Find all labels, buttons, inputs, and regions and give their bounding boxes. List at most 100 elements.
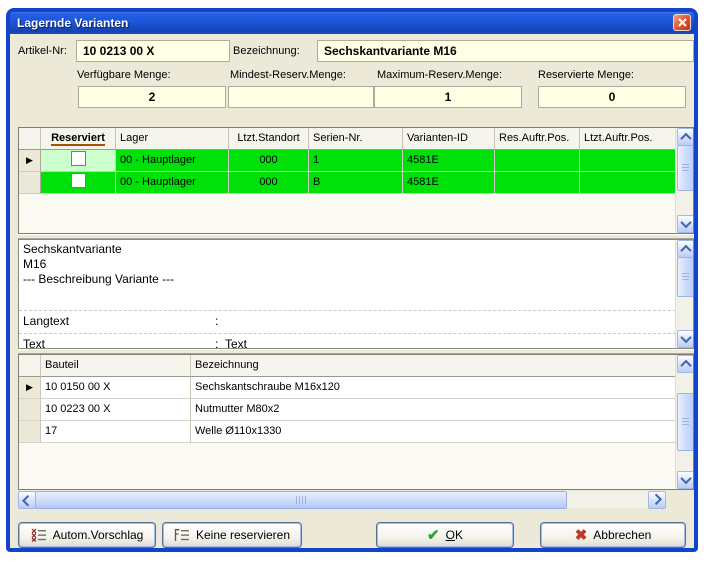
dialog-window: Lagernde Varianten Artikel-Nr: 10 0213 0… <box>6 8 698 552</box>
reservierte-menge-label: Reservierte Menge: <box>538 68 634 82</box>
description-panel[interactable]: Sechskantvariante M16 --- Beschreibung V… <box>18 239 694 349</box>
variants-grid: Reserviert Lager Ltzt.Standort Serien-Nr… <box>18 127 694 234</box>
autom-vorschlag-label: Autom.Vorschlag <box>53 528 144 542</box>
row-selector-icon: ▶ <box>26 155 33 165</box>
reserviert-checkbox[interactable] <box>71 151 86 166</box>
chevron-right-icon <box>651 494 662 505</box>
ok-label: OK <box>446 528 463 542</box>
title-bar[interactable]: Lagernde Varianten <box>10 12 694 34</box>
parts-grid-header: Bauteil Bezeichnung <box>19 355 676 377</box>
standort-cell: 000 <box>229 150 309 172</box>
bezeichnung-label: Bezeichnung: <box>233 44 300 58</box>
text-value: Text <box>225 337 247 349</box>
row-selector-cell <box>19 421 41 443</box>
scroll-thumb[interactable] <box>677 393 694 451</box>
screenshot-canvas: Lagernde Varianten Artikel-Nr: 10 0213 0… <box>0 0 704 566</box>
scroll-up-button[interactable] <box>677 240 694 258</box>
col-header-serien[interactable]: Serien-Nr. <box>309 128 403 150</box>
verfuegbare-menge-field[interactable]: 2 <box>78 86 226 108</box>
bezeichnung-cell: Nutmutter M80x2 <box>191 399 676 421</box>
selector-header-cell <box>19 128 41 150</box>
auto-suggest-list-icon <box>31 528 47 542</box>
langtext-colon: : <box>215 314 218 328</box>
variants-grid-scrollbar[interactable] <box>675 128 693 233</box>
dashed-separator <box>19 333 676 334</box>
col-header-lager[interactable]: Lager <box>116 128 229 150</box>
reservierte-menge-field[interactable]: 0 <box>538 86 686 108</box>
thumb-grip <box>682 164 689 172</box>
horizontal-scrollbar[interactable] <box>18 491 666 508</box>
standort-cell: 000 <box>229 172 309 194</box>
row-selector-cell <box>19 172 41 194</box>
thumb-grip <box>682 418 689 426</box>
scroll-up-button[interactable] <box>677 128 694 146</box>
bezeichnung-field[interactable]: Sechskantvariante M16 <box>317 40 694 62</box>
variante-cell: 4581E <box>403 172 495 194</box>
scroll-up-button[interactable] <box>677 355 694 373</box>
scroll-left-button[interactable] <box>18 491 36 509</box>
chevron-down-icon <box>680 217 691 228</box>
abbrechen-label: Abbrechen <box>593 528 651 542</box>
variants-row[interactable]: 00 - Hauptlager 000 B 4581E <box>19 172 676 194</box>
col-header-bauteil[interactable]: Bauteil <box>41 355 191 377</box>
row-selector-cell: ▶ <box>19 150 41 172</box>
description-line: Sechskantvariante <box>23 242 122 256</box>
reserviert-checkbox[interactable] <box>71 173 86 188</box>
ok-button[interactable]: ✔ OK <box>376 522 514 548</box>
col-header-variante[interactable]: Varianten-ID <box>403 128 495 150</box>
mindest-reserv-menge-label: Mindest-Reserv.Menge: <box>230 68 346 82</box>
description-scrollbar[interactable] <box>675 240 693 348</box>
parts-grid-scrollbar[interactable] <box>675 355 693 489</box>
variants-grid-header: Reserviert Lager Ltzt.Standort Serien-Nr… <box>19 128 676 150</box>
bauteil-cell: 10 0223 00 X <box>41 399 191 421</box>
check-icon: ✔ <box>427 528 440 543</box>
description-line: --- Beschreibung Variante --- <box>23 272 174 286</box>
close-button[interactable] <box>673 14 691 31</box>
col-header-ltzt-pos[interactable]: Ltzt.Auftr.Pos. <box>580 128 676 150</box>
scroll-down-button[interactable] <box>677 215 694 233</box>
maximum-reserv-menge-field[interactable]: 1 <box>374 86 522 108</box>
row-selector-cell <box>19 399 41 421</box>
scroll-thumb[interactable] <box>677 145 694 191</box>
artikel-label: Artikel-Nr: <box>18 44 67 58</box>
mindest-reserv-menge-field[interactable] <box>228 86 374 108</box>
reserviert-cell <box>41 172 116 194</box>
parts-grid: Bauteil Bezeichnung ▶ 10 0150 00 X Sechs… <box>18 354 694 490</box>
col-header-bezeichnung[interactable]: Bezeichnung <box>191 355 676 377</box>
description-line: M16 <box>23 257 46 271</box>
serien-cell: B <box>309 172 403 194</box>
scroll-thumb[interactable] <box>677 257 694 297</box>
chevron-left-icon <box>22 495 33 506</box>
bauteil-cell: 10 0150 00 X <box>41 377 191 399</box>
ltzt-pos-cell <box>580 172 676 194</box>
col-header-standort[interactable]: Ltzt.Standort <box>229 128 309 150</box>
chevron-down-icon <box>680 473 691 484</box>
chevron-up-icon <box>680 245 691 256</box>
abbrechen-button[interactable]: ✖ Abbrechen <box>540 522 686 548</box>
parts-row[interactable]: 10 0223 00 X Nutmutter M80x2 <box>19 399 676 421</box>
cancel-x-icon: ✖ <box>575 528 588 543</box>
parts-row[interactable]: 17 Welle Ø110x1330 <box>19 421 676 443</box>
empty-list-icon <box>174 528 190 542</box>
keine-reservieren-label: Keine reservieren <box>196 528 290 542</box>
scroll-thumb[interactable] <box>35 491 567 509</box>
thumb-grip <box>682 273 689 281</box>
scroll-down-button[interactable] <box>677 471 694 489</box>
bauteil-cell: 17 <box>41 421 191 443</box>
text-label: Text <box>23 337 45 349</box>
scroll-right-button[interactable] <box>648 491 666 509</box>
col-header-reserviert[interactable]: Reserviert <box>41 128 116 150</box>
res-pos-cell <box>495 172 580 194</box>
serien-cell: 1 <box>309 150 403 172</box>
dialog-client: Artikel-Nr: 10 0213 00 X Bezeichnung: Se… <box>10 34 694 548</box>
artikel-field[interactable]: 10 0213 00 X <box>76 40 230 62</box>
parts-row[interactable]: ▶ 10 0150 00 X Sechskantschraube M16x120 <box>19 377 676 399</box>
autom-vorschlag-button[interactable]: Autom.Vorschlag <box>18 522 156 548</box>
keine-reservieren-button[interactable]: Keine reservieren <box>162 522 302 548</box>
col-header-res-pos[interactable]: Res.Auftr.Pos. <box>495 128 580 150</box>
window-title: Lagernde Varianten <box>10 16 128 30</box>
row-selector-cell: ▶ <box>19 377 41 399</box>
chevron-down-icon <box>680 332 691 343</box>
variants-row[interactable]: ▶ 00 - Hauptlager 000 1 4581E <box>19 150 676 172</box>
scroll-down-button[interactable] <box>677 330 694 348</box>
